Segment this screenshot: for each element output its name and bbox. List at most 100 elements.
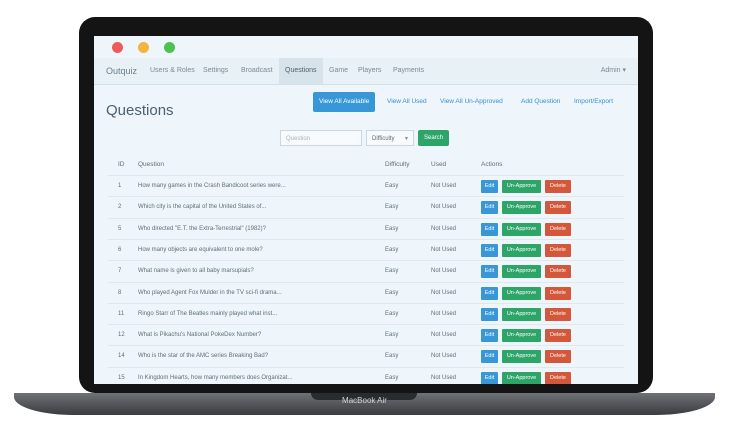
nav-broadcast[interactable]: Broadcast xyxy=(235,58,279,84)
delete-button[interactable]: Delete xyxy=(545,307,571,321)
row-question: How many objects are equivalent to one m… xyxy=(138,246,263,253)
nav-players[interactable]: Players xyxy=(352,58,387,84)
close-dot[interactable] xyxy=(112,42,123,53)
delete-button[interactable]: Delete xyxy=(545,371,571,384)
delete-button[interactable]: Delete xyxy=(545,329,571,343)
row-difficulty: Easy xyxy=(385,374,399,381)
row-question: Which city is the capital of the United … xyxy=(138,204,267,211)
delete-button[interactable]: Delete xyxy=(545,222,571,236)
unapprove-button[interactable]: Un-Approve xyxy=(502,371,541,384)
app-window: Outquiz Users & Roles Settings Broadcast… xyxy=(94,36,638,384)
delete-button[interactable]: Delete xyxy=(545,350,571,364)
row-used: Not Used xyxy=(431,289,457,296)
row-question: Ringo Starr of The Beatles mainly played… xyxy=(138,310,278,317)
edit-button[interactable]: Edit xyxy=(481,286,498,300)
edit-button[interactable]: Edit xyxy=(481,180,498,193)
edit-button[interactable]: Edit xyxy=(481,350,498,364)
laptop-base: MacBook Air xyxy=(14,393,715,415)
admin-label: Admin xyxy=(600,67,621,74)
unapprove-button[interactable]: Un-Approve xyxy=(502,265,541,279)
edit-button[interactable]: Edit xyxy=(481,307,498,321)
difficulty-value: Difficulty xyxy=(372,136,395,142)
nav-settings[interactable]: Settings xyxy=(197,58,234,84)
row-id: 8 xyxy=(118,289,122,296)
row-difficulty: Easy xyxy=(385,225,399,232)
nav-game[interactable]: Game xyxy=(323,58,354,84)
unapprove-button[interactable]: Un-Approve xyxy=(502,307,541,321)
header-used: Used xyxy=(431,161,447,168)
unapprove-button[interactable]: Un-Approve xyxy=(502,201,541,215)
edit-button[interactable]: Edit xyxy=(481,265,498,279)
header-actions: Actions xyxy=(481,161,503,168)
admin-menu[interactable]: Admin ▾ xyxy=(601,58,626,84)
view-all-unapproved-button[interactable]: View All Un-Approved xyxy=(434,92,509,112)
header-id: ID xyxy=(118,161,125,168)
edit-button[interactable]: Edit xyxy=(481,371,498,384)
row-used: Not Used xyxy=(431,246,457,253)
row-question: What name is given to all baby marsupial… xyxy=(138,268,254,275)
search-button[interactable]: Search xyxy=(418,130,449,146)
table-row: 7 What name is given to all baby marsupia… xyxy=(108,260,624,282)
nav-questions[interactable]: Questions xyxy=(279,58,323,84)
page-title: Questions xyxy=(106,102,174,119)
row-used: Not Used xyxy=(431,183,457,189)
delete-button[interactable]: Delete xyxy=(545,180,571,193)
table-row: 14 Who is the star of the AMC series Brea… xyxy=(108,345,624,367)
table-row: 8 Who played Agent Fox Mulder in the TV s… xyxy=(108,281,624,304)
laptop-lid: Outquiz Users & Roles Settings Broadcast… xyxy=(79,17,653,393)
import-export-button[interactable]: Import/Export xyxy=(568,92,619,112)
table-row: 6 How many objects are equivalent to one … xyxy=(108,238,624,261)
nav-payments[interactable]: Payments xyxy=(387,58,430,84)
edit-button[interactable]: Edit xyxy=(481,201,498,215)
row-difficulty: Easy xyxy=(385,332,399,339)
delete-button[interactable]: Delete xyxy=(545,265,571,279)
unapprove-button[interactable]: Un-Approve xyxy=(502,350,541,364)
minimize-dot[interactable] xyxy=(138,42,149,53)
delete-button[interactable]: Delete xyxy=(545,286,571,300)
unapprove-button[interactable]: Un-Approve xyxy=(502,243,541,257)
row-used: Not Used xyxy=(431,353,457,360)
row-id: 7 xyxy=(118,268,122,275)
unapprove-button[interactable]: Un-Approve xyxy=(502,329,541,343)
row-used: Not Used xyxy=(431,204,457,211)
row-used: Not Used xyxy=(431,310,457,317)
unapprove-button[interactable]: Un-Approve xyxy=(502,286,541,300)
chevron-down-icon: ▼ xyxy=(404,136,409,142)
row-id: 15 xyxy=(118,374,125,381)
row-id: 2 xyxy=(118,204,122,211)
table-row: 15 In Kingdom Hearts, how many members do… xyxy=(108,366,624,384)
add-question-button[interactable]: Add Question xyxy=(515,92,566,112)
difficulty-select[interactable]: Difficulty ▼ xyxy=(366,130,414,146)
view-all-used-button[interactable]: View All Used xyxy=(381,92,433,112)
nav-users-roles[interactable]: Users & Roles xyxy=(144,58,201,84)
table-row: 12 What is Pikachu's National PokeDex Num… xyxy=(108,324,624,346)
table-row: 11 Ringo Starr of The Beatles mainly play… xyxy=(108,302,624,325)
row-used: Not Used xyxy=(431,332,457,339)
row-difficulty: Easy xyxy=(385,204,399,211)
delete-button[interactable]: Delete xyxy=(545,201,571,215)
edit-button[interactable]: Edit xyxy=(481,329,498,343)
row-difficulty: Easy xyxy=(385,246,399,253)
edit-button[interactable]: Edit xyxy=(481,222,498,236)
question-search-input[interactable]: Question xyxy=(280,130,362,146)
row-id: 6 xyxy=(118,246,122,253)
row-question: Who is the star of the AMC series Breaki… xyxy=(138,353,269,360)
row-difficulty: Easy xyxy=(385,183,399,189)
row-id: 1 xyxy=(118,183,122,189)
row-used: Not Used xyxy=(431,374,457,381)
table-row: 2 Which city is the capital of the United… xyxy=(108,196,624,218)
device-label: MacBook Air xyxy=(342,396,387,405)
brand-logo[interactable]: Outquiz xyxy=(106,66,137,76)
row-difficulty: Easy xyxy=(385,310,399,317)
maximize-dot[interactable] xyxy=(164,42,175,53)
table-row: 1 How many games in the Crash Bandicoot s… xyxy=(108,175,624,197)
unapprove-button[interactable]: Un-Approve xyxy=(502,180,541,193)
unapprove-button[interactable]: Un-Approve xyxy=(502,222,541,236)
row-difficulty: Easy xyxy=(385,353,399,360)
edit-button[interactable]: Edit xyxy=(481,243,498,257)
delete-button[interactable]: Delete xyxy=(545,243,571,257)
header-difficulty: Difficulty xyxy=(385,161,410,168)
caret-down-icon: ▾ xyxy=(622,67,626,74)
view-all-available-button[interactable]: View All Available xyxy=(313,92,376,112)
row-id: 12 xyxy=(118,332,125,339)
